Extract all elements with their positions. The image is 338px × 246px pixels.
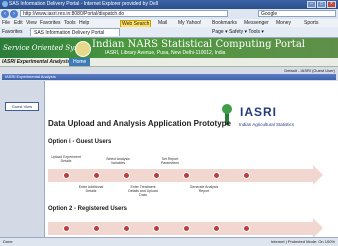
breadcrumb: IASRI Experimental Analysis <box>2 59 70 65</box>
flow-step-dot <box>63 225 70 232</box>
user-status: Default - IASRI (Guest User) <box>284 68 335 73</box>
flow-step-dot <box>243 172 250 179</box>
bookmarks-button[interactable]: Bookmarks <box>212 20 237 26</box>
guest-flow-arrow <box>48 165 323 185</box>
minimize-button[interactable]: – <box>307 1 316 8</box>
registered-flow-arrow <box>48 218 323 238</box>
main-content: IASRI Indian Agricultural Statistics Dat… <box>44 81 338 238</box>
iasri-logo-subtitle: Indian Agricultural Statistics <box>239 122 295 127</box>
step-label: Select Analysis Variables <box>106 157 130 165</box>
menu-help[interactable]: Help <box>79 20 89 26</box>
forward-icon[interactable]: › <box>10 10 18 18</box>
tab-home[interactable]: Home <box>69 58 91 66</box>
mail-button[interactable]: Mail <box>158 20 167 26</box>
flow-step-dot <box>243 225 250 232</box>
flow-step-dot <box>123 225 130 232</box>
window-title-bar: SAS Information Delivery Portal - Intern… <box>0 0 338 9</box>
option-registered-heading: Option 2 - Registered Users <box>48 206 128 212</box>
flow-step-dot <box>213 225 220 232</box>
banner-title: Indian NARS Statistical Computing Portal <box>92 39 305 50</box>
menu-file[interactable]: File <box>2 20 10 26</box>
messenger-button[interactable]: Messenger <box>244 20 269 26</box>
step-label: Enter Additional Details <box>78 185 104 193</box>
step-label: Upload Experiment Details <box>51 155 81 163</box>
option-guest-heading: Option i - Guest Users <box>48 139 112 145</box>
flow-step-dot <box>153 172 160 179</box>
window-title: SAS Information Delivery Portal - Intern… <box>9 1 158 7</box>
tab-portal[interactable]: SAS Information Delivery Portal <box>30 28 120 36</box>
money-button[interactable]: Money <box>276 20 291 26</box>
flow-step-dot <box>123 172 130 179</box>
favorites-bar: Favorites SAS Information Delivery Porta… <box>0 27 338 38</box>
address-toolbar: ‹ › http://www.iasri.res.in:8080/Portal/… <box>0 9 338 19</box>
step-label: Enter Treatment Details and Upload Data <box>128 185 158 197</box>
flow-step-dot <box>63 172 70 179</box>
flow-step-dot <box>213 172 220 179</box>
search-input[interactable]: Google <box>258 10 336 17</box>
flow-step-dot <box>183 172 190 179</box>
flow-step-dot <box>93 172 100 179</box>
portlet-title: IASRI Experimental Analysis <box>2 74 336 80</box>
guest-view-button[interactable]: Guest View <box>5 102 39 111</box>
maximize-button[interactable]: □ <box>317 1 326 8</box>
sidebar: Guest View <box>0 81 44 237</box>
command-bar[interactable]: Page ▾ Safety ▾ Tools ▾ <box>212 29 264 35</box>
portal-nav: IASRI Experimental Analysis Home <box>0 58 338 67</box>
menu-bar: File Edit View Favorites Tools Help Web … <box>0 19 338 28</box>
portlet-header: Default - IASRI (Guest User) IASRI Exper… <box>0 67 338 81</box>
address-input[interactable]: http://www.iasri.res.in:8080/Portal/disp… <box>20 10 228 17</box>
my-yahoo-button[interactable]: My Yahoo! <box>178 20 201 26</box>
banner-subtitle: IASRI, Library Avenue, Pusa, New Delhi-1… <box>105 50 226 56</box>
close-button[interactable]: × <box>327 1 336 8</box>
ie-icon <box>2 1 8 7</box>
iasri-logo: IASRI <box>240 105 278 119</box>
back-icon[interactable]: ‹ <box>1 10 9 18</box>
flow-step-dot <box>93 225 100 232</box>
menu-tools[interactable]: Tools <box>64 20 76 26</box>
flow-step-dot <box>183 225 190 232</box>
banner-left-text: Service Oriented Sys <box>3 44 78 52</box>
flow-step-dot <box>153 225 160 232</box>
portal-banner: Service Oriented Sys Indian NARS Statist… <box>0 38 338 58</box>
step-label: Generate Analysis Report <box>189 185 219 193</box>
menu-edit[interactable]: Edit <box>14 20 23 26</box>
menu-favorites[interactable]: Favorites <box>40 20 61 26</box>
favorites-button[interactable]: Favorites <box>2 29 23 35</box>
portal-logo-icon <box>75 41 91 57</box>
menu-view[interactable]: View <box>26 20 37 26</box>
page-title: Data Upload and Analysis Application Pro… <box>48 119 231 128</box>
step-label: Set Report Parameters <box>160 157 180 165</box>
sports-button[interactable]: Sports <box>304 20 318 26</box>
